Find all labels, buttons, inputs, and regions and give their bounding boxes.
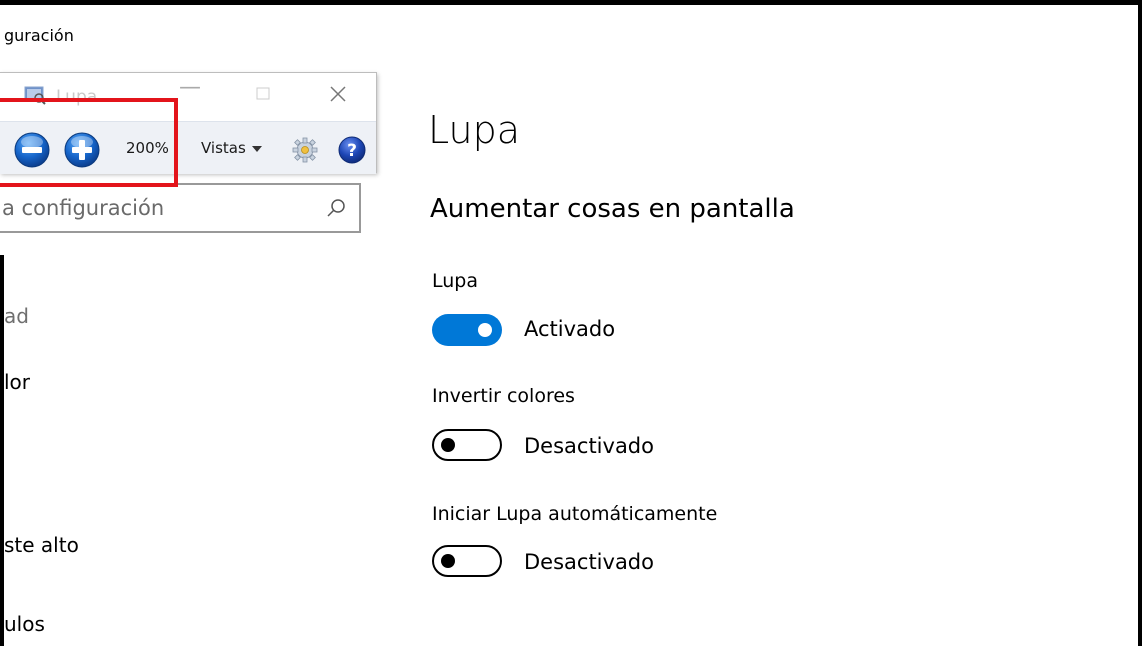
sidebar-item-4[interactable]: ulos bbox=[4, 612, 45, 636]
section-title: Aumentar cosas en pantalla bbox=[430, 194, 795, 224]
sidebar-item-1[interactable]: ad bbox=[4, 304, 29, 328]
maximize-icon bbox=[256, 87, 270, 100]
auto-start-toggle-state: Desactivado bbox=[524, 550, 654, 574]
highlight-box bbox=[0, 98, 178, 187]
setting-label-invert-colors: Invertir colores bbox=[432, 385, 575, 407]
setting-label-auto-start: Iniciar Lupa automáticamente bbox=[432, 503, 718, 525]
search-box[interactable]: a configuración bbox=[0, 183, 361, 233]
search-input[interactable]: a configuración bbox=[2, 196, 164, 220]
views-label: Vistas bbox=[201, 139, 246, 157]
sidebar-item-2[interactable]: lor bbox=[4, 370, 30, 394]
invert-colors-toggle-state: Desactivado bbox=[524, 434, 654, 458]
toggle-knob bbox=[441, 438, 455, 452]
caret-down-icon bbox=[251, 145, 262, 152]
close-button[interactable] bbox=[318, 81, 358, 109]
frame-top-border bbox=[0, 0, 1142, 5]
setting-label-magnifier: Lupa bbox=[432, 270, 478, 292]
search-icon[interactable] bbox=[325, 197, 347, 219]
frame-right-border bbox=[1138, 0, 1142, 646]
close-icon bbox=[330, 86, 346, 102]
magnifier-toggle-state: Activado bbox=[524, 317, 616, 341]
sidebar-item-3[interactable]: ste alto bbox=[4, 533, 79, 557]
svg-text:?: ? bbox=[347, 141, 357, 161]
auto-start-toggle[interactable] bbox=[432, 545, 502, 577]
window-title: guración bbox=[4, 26, 74, 45]
magnifier-toggle[interactable] bbox=[432, 314, 502, 346]
views-dropdown[interactable]: Vistas bbox=[201, 139, 262, 157]
toggle-knob bbox=[478, 323, 492, 337]
maximize-button[interactable] bbox=[243, 81, 283, 106]
help-icon[interactable]: ? bbox=[338, 136, 366, 164]
page-title: Lupa bbox=[428, 108, 520, 152]
invert-colors-toggle[interactable] bbox=[432, 429, 502, 461]
gear-icon[interactable] bbox=[292, 137, 318, 163]
minimize-button[interactable]: — bbox=[170, 75, 210, 100]
toggle-knob bbox=[441, 554, 455, 568]
